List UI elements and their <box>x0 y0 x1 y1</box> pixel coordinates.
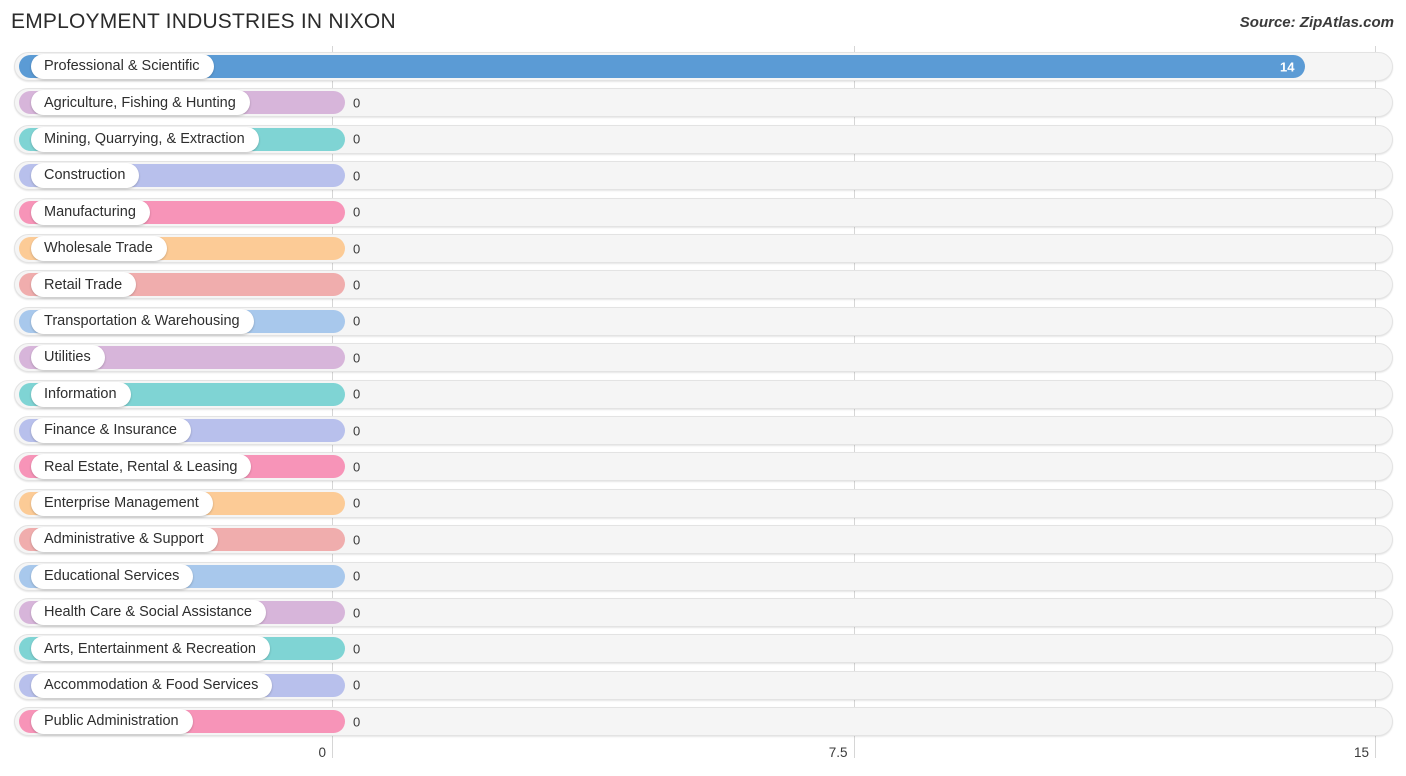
bar-row[interactable]: 14 Professional & Scientific <box>14 52 1393 81</box>
category-label: Manufacturing <box>44 203 136 220</box>
bar-row[interactable]: 0 Health Care & Social Assistance <box>14 598 1393 627</box>
category-label-pill[interactable]: Wholesale Trade <box>31 236 167 261</box>
bar-rows: 14 Professional & Scientific 0 Agriculture,… <box>0 46 1406 738</box>
bar-value-label: 0 <box>353 313 361 329</box>
axis-tick-label: 0 <box>318 745 326 760</box>
axis-tick-mark <box>1375 738 1376 758</box>
bar-row[interactable]: 0 Construction <box>14 161 1393 191</box>
category-label-pill[interactable]: Health Care & Social Assistance <box>31 600 266 625</box>
category-label: Construction <box>44 167 126 184</box>
bar-row[interactable]: 0 Transportation & Warehousing <box>14 306 1393 336</box>
bar-value-label: 0 <box>353 532 361 548</box>
bar-row[interactable]: 0 Utilities <box>14 343 1393 373</box>
category-label: Enterprise Management <box>44 495 199 512</box>
bar-row[interactable]: 0 Retail Trade <box>14 270 1393 300</box>
page-title: EMPLOYMENT INDUSTRIES IN NIXON <box>11 10 396 33</box>
bar-value-label: 0 <box>353 641 361 657</box>
category-label: Administrative & Support <box>44 531 204 548</box>
bar-value-label: 0 <box>353 168 361 184</box>
bar-value-label: 0 <box>353 95 361 111</box>
chart-plot-area: 14 Professional & Scientific 0 Agriculture,… <box>0 46 1406 738</box>
category-label-pill[interactable]: Public Administration <box>31 709 193 735</box>
category-label: Utilities <box>44 349 91 366</box>
axis-tick-mark <box>853 738 855 758</box>
category-label-pill[interactable]: Retail Trade <box>31 272 137 298</box>
bar-value-label: 0 <box>353 714 361 730</box>
category-label-pill[interactable]: Transportation & Warehousing <box>31 308 254 334</box>
bar-row[interactable]: 0 Agriculture, Fishing & Hunting <box>14 88 1393 118</box>
category-label: Agriculture, Fishing & Hunting <box>44 94 236 111</box>
bar-value-label: 0 <box>353 277 361 293</box>
bar-value-label: 0 <box>353 568 361 584</box>
category-label-pill[interactable]: Manufacturing <box>31 199 150 225</box>
category-label-pill[interactable]: Information <box>31 381 131 407</box>
bar-value-label: 0 <box>353 677 361 693</box>
category-label: Information <box>44 385 117 402</box>
category-label-pill[interactable]: Arts, Entertainment & Recreation <box>31 636 270 662</box>
category-label-pill[interactable]: Accommodation & Food Services <box>31 672 273 698</box>
bar-value-label: 0 <box>353 495 361 511</box>
category-label: Retail Trade <box>44 276 123 293</box>
bar-row[interactable]: 0 Wholesale Trade <box>14 234 1393 263</box>
category-label-pill[interactable]: Administrative & Support <box>31 527 218 553</box>
bar-value-label: 0 <box>353 386 361 402</box>
bar-row[interactable]: 0 Public Administration <box>14 707 1393 737</box>
category-label-pill[interactable]: Agriculture, Fishing & Hunting <box>31 90 250 116</box>
axis-tick-label: 15 <box>1353 745 1369 760</box>
category-label-pill[interactable]: Professional & Scientific <box>31 54 214 79</box>
category-label-pill[interactable]: Finance & Insurance <box>31 418 191 443</box>
bar-row[interactable]: 0 Information <box>14 379 1393 409</box>
bar-value-label: 0 <box>353 423 361 438</box>
bar-value-label: 0 <box>353 350 361 366</box>
category-label: Wholesale Trade <box>44 240 153 257</box>
bar-row[interactable]: 0 Educational Services <box>14 561 1393 591</box>
category-label-pill[interactable]: Real Estate, Rental & Leasing <box>31 454 252 480</box>
category-label-pill[interactable]: Enterprise Management <box>31 490 213 516</box>
source-attribution: Source: ZipAtlas.com <box>1239 14 1394 31</box>
bar-row[interactable]: 0 Manufacturing <box>14 197 1393 227</box>
category-label: Accommodation & Food Services <box>44 677 259 694</box>
bar-row[interactable]: 0 Mining, Quarrying, & Extraction <box>14 124 1393 154</box>
bar-row[interactable]: 0 Enterprise Management <box>14 488 1393 518</box>
category-label: Real Estate, Rental & Leasing <box>44 458 238 475</box>
category-label-pill[interactable]: Utilities <box>31 345 105 371</box>
category-label: Health Care & Social Assistance <box>44 604 252 621</box>
category-label-pill[interactable]: Mining, Quarrying, & Extraction <box>31 126 259 152</box>
bar-value-label: 0 <box>353 204 361 220</box>
bar-value-label: 0 <box>353 131 361 147</box>
bar-value-label: 0 <box>353 241 361 256</box>
bar-row[interactable]: 0 Administrative & Support <box>14 525 1393 555</box>
x-axis: 0 7.5 15 <box>0 738 1406 776</box>
axis-tick-mark <box>332 738 333 758</box>
bar-row[interactable]: 0 Arts, Entertainment & Recreation <box>14 634 1393 664</box>
category-label-pill[interactable]: Educational Services <box>31 563 194 589</box>
category-label: Transportation & Warehousing <box>44 313 240 330</box>
category-label: Educational Services <box>44 567 180 584</box>
bar-row[interactable]: 0 Real Estate, Rental & Leasing <box>14 452 1393 482</box>
bar-value-label: 14 <box>1279 59 1295 74</box>
bar-row[interactable]: 0 Accommodation & Food Services <box>14 670 1393 700</box>
category-label: Arts, Entertainment & Recreation <box>44 640 256 657</box>
axis-tick-label: 7.5 <box>828 745 848 760</box>
category-label: Professional & Scientific <box>44 58 200 75</box>
bar-row[interactable]: 0 Finance & Insurance <box>14 416 1393 445</box>
category-label-pill[interactable]: Construction <box>31 163 140 189</box>
bar-value-label: 0 <box>353 459 361 475</box>
category-label: Public Administration <box>44 713 179 730</box>
category-label: Mining, Quarrying, & Extraction <box>44 131 245 148</box>
category-label: Finance & Insurance <box>44 422 177 439</box>
bar-value-label: 0 <box>353 605 361 620</box>
chart-page: EMPLOYMENT INDUSTRIES IN NIXON Source: Z… <box>0 0 1406 776</box>
